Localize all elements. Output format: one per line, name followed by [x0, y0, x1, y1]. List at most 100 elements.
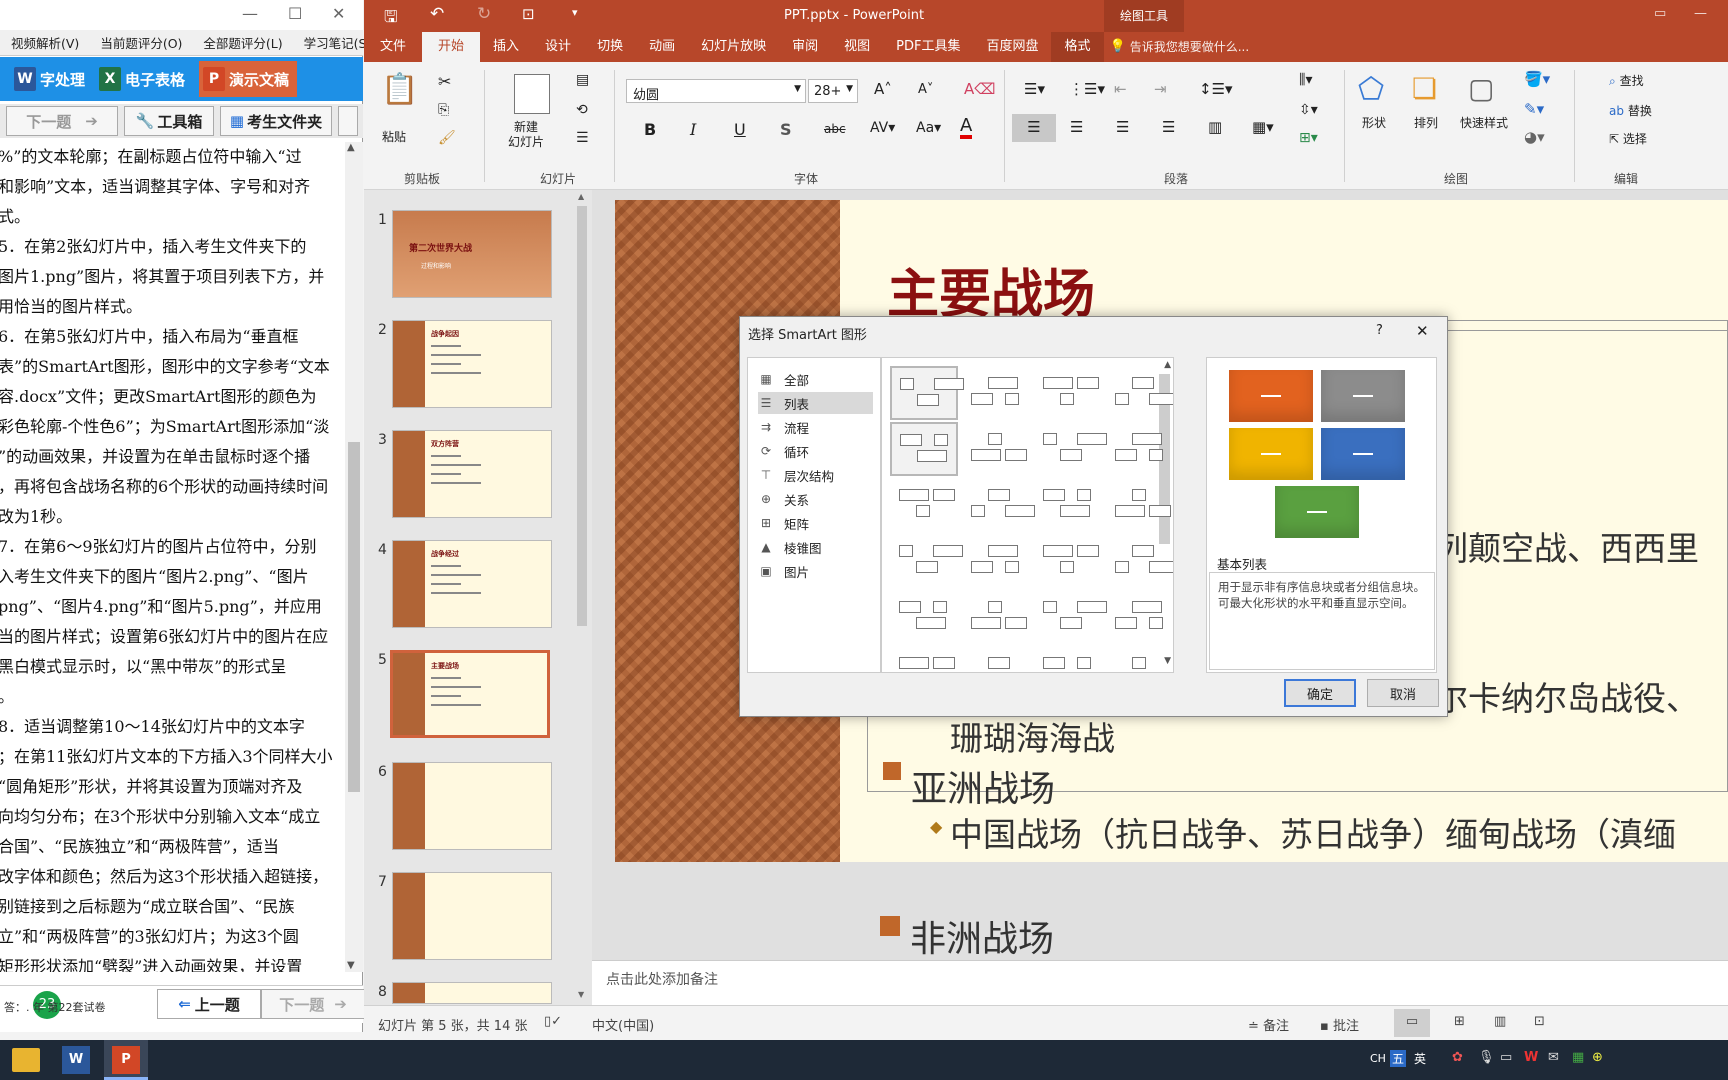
category-item[interactable]: ▣ 图片 — [758, 560, 873, 582]
layout-icon[interactable]: ▤ — [576, 72, 589, 88]
slide-thumbnail[interactable] — [392, 762, 552, 850]
slide-thumbnail[interactable] — [392, 872, 552, 960]
smartart-layout-option[interactable] — [962, 422, 1030, 476]
smartart-layout-option[interactable] — [962, 534, 1030, 588]
ppt-app-button[interactable]: P 演示文稿 — [199, 61, 298, 97]
language-indicator[interactable]: 中文(中国) — [592, 1015, 654, 1034]
tab-insert[interactable]: 插入 — [480, 32, 532, 62]
distributed-icon[interactable]: ▥ — [1208, 118, 1222, 136]
strikethrough-icon[interactable]: abc — [824, 122, 846, 136]
category-item[interactable]: ☰ 列表 — [758, 392, 873, 414]
arrange-icon[interactable]: ❏ — [1412, 72, 1437, 105]
grow-font-icon[interactable]: A˄ — [874, 80, 892, 98]
char-spacing-icon[interactable]: AV▾ — [870, 120, 895, 136]
justify-icon[interactable]: ☰ — [1162, 118, 1175, 136]
network-icon[interactable]: ▦ — [1572, 1050, 1584, 1065]
add-icon[interactable]: ⊕ — [1592, 1050, 1603, 1065]
underline-icon[interactable]: U — [734, 120, 746, 139]
ime-english[interactable]: 英 — [1414, 1050, 1426, 1067]
paste-button[interactable]: 粘贴 — [382, 128, 406, 145]
new-slide-button[interactable]: 新建 幻灯片 — [508, 120, 544, 150]
start-slideshow-icon[interactable]: ⊡ — [522, 5, 535, 23]
ok-button[interactable]: 确定 — [1284, 679, 1356, 707]
exam-folder-button[interactable]: ▦ 考生文件夹 — [220, 106, 332, 136]
prev-question-button[interactable]: ⇐ 上一题 — [157, 989, 261, 1019]
smartart-layout-option[interactable] — [962, 590, 1030, 644]
align-text-icon[interactable]: ⇳▾ — [1299, 102, 1318, 118]
question-scrollbar[interactable]: ▲ ▼ — [345, 142, 363, 972]
tab-file[interactable]: 文件 — [364, 32, 422, 62]
maximize-button[interactable]: ☐ — [288, 4, 302, 23]
redo-icon[interactable]: ↻ — [477, 4, 491, 24]
smartart-layout-option[interactable] — [890, 366, 964, 420]
font-color-icon[interactable]: A — [960, 117, 973, 139]
align-center-icon[interactable]: ☰ — [1070, 118, 1083, 136]
dialog-close-button[interactable]: ✕ — [1416, 322, 1429, 340]
shadow-icon[interactable]: S — [780, 120, 792, 139]
cut-icon[interactable]: ✂ — [438, 72, 451, 91]
slideshow-view-icon[interactable]: ⊡ — [1534, 1014, 1545, 1029]
normal-view-icon[interactable]: ▭ — [1394, 1009, 1430, 1037]
category-item[interactable]: ⊤ 层次结构 — [758, 464, 873, 486]
wps-icon[interactable]: W — [1524, 1050, 1538, 1065]
category-item[interactable]: ⊞ 矩阵 — [758, 512, 873, 534]
new-slide-icon[interactable] — [514, 74, 550, 114]
tray-app-icon[interactable]: ✿ — [1452, 1050, 1463, 1065]
ribbon-display-icon[interactable]: ▭ — [1654, 6, 1666, 21]
menu-score-all[interactable]: 全部题评分(L) — [203, 33, 282, 52]
smartart-layout-option[interactable] — [1034, 590, 1107, 644]
category-item[interactable]: ⇉ 流程 — [758, 416, 873, 438]
smartart-layout-option[interactable] — [890, 590, 958, 644]
menu-score-current[interactable]: 当前题评分(O) — [100, 33, 182, 52]
minimize-button[interactable]: — — [242, 4, 258, 23]
slide-thumbnail[interactable]: 战争起因 — [392, 320, 552, 408]
mail-icon[interactable]: ✉ — [1548, 1050, 1559, 1065]
word-app-button[interactable]: W 字处理 — [14, 67, 85, 91]
notes-toggle[interactable]: ≐ 备注 — [1248, 1015, 1289, 1034]
section-icon[interactable]: ☰ — [576, 130, 589, 146]
undo-icon[interactable]: ↶ — [430, 4, 444, 24]
slide-thumbnail[interactable]: 第二次世界大战 过程和影响 — [392, 210, 552, 298]
scroll-up-icon[interactable]: ▲ — [347, 142, 355, 153]
scroll-thumb[interactable] — [577, 206, 587, 626]
scroll-down-icon[interactable]: ▼ — [347, 960, 355, 971]
file-explorer-icon[interactable] — [12, 1048, 40, 1072]
tell-me-box[interactable]: 告诉我您想要做什么... — [1126, 32, 1253, 62]
font-size-select[interactable]: 28+ ▼ — [808, 79, 858, 103]
menu-notes[interactable]: 学习笔记(S) — [304, 33, 372, 52]
replace-button[interactable]: ab 替换 — [1609, 102, 1652, 119]
smartart-layout-option[interactable] — [962, 478, 1035, 532]
arrange-button[interactable]: 排列 — [1414, 114, 1438, 131]
smartart-layout-option[interactable] — [1106, 478, 1173, 532]
slide-thumbnail[interactable]: 双方阵营 — [392, 430, 552, 518]
more-tools-button[interactable] — [338, 106, 358, 136]
scroll-thumb[interactable] — [348, 442, 360, 792]
smartart-layout-option[interactable] — [1106, 534, 1173, 588]
smartart-layout-option[interactable] — [1034, 534, 1102, 588]
paste-icon[interactable]: 📋 — [380, 72, 420, 128]
slide-sorter-icon[interactable]: ⊞ — [1454, 1014, 1465, 1029]
next-question-bottom-button[interactable]: 下一题 ➔ — [261, 989, 365, 1019]
tab-pdf-tools[interactable]: PDF工具集 — [883, 32, 973, 62]
tab-format[interactable]: 格式 — [1051, 32, 1104, 62]
tab-view[interactable]: 视图 — [831, 32, 883, 62]
help-button[interactable]: ? — [1376, 323, 1383, 338]
save-icon[interactable]: 🖫 — [384, 6, 398, 33]
reading-view-icon[interactable]: ▥ — [1494, 1014, 1506, 1029]
find-button[interactable]: ⌕ 查找 — [1609, 72, 1644, 89]
increase-indent-icon[interactable]: ⇥ — [1154, 80, 1167, 98]
category-item[interactable]: ⟳ 循环 — [758, 440, 873, 462]
smartart-layout-option[interactable] — [962, 646, 1030, 672]
customize-qat-icon[interactable]: ▾ — [572, 6, 578, 19]
smartart-layout-option[interactable] — [890, 478, 958, 532]
slide-thumbnail[interactable] — [392, 982, 552, 1004]
smartart-layout-option[interactable] — [962, 366, 1030, 420]
menu-video-analysis[interactable]: 视频解析(V) — [11, 33, 79, 52]
smartart-layout-option[interactable] — [1034, 646, 1102, 672]
comments-toggle[interactable]: ▪ 批注 — [1320, 1015, 1359, 1034]
quick-styles-button[interactable]: 快速样式 — [1460, 114, 1508, 131]
align-right-icon[interactable]: ☰ — [1116, 118, 1129, 136]
line-spacing-icon[interactable]: ↕☰▾ — [1199, 80, 1233, 98]
spellcheck-icon[interactable]: ▯✓ — [544, 1014, 562, 1029]
smartart-layout-option[interactable] — [1106, 366, 1173, 420]
